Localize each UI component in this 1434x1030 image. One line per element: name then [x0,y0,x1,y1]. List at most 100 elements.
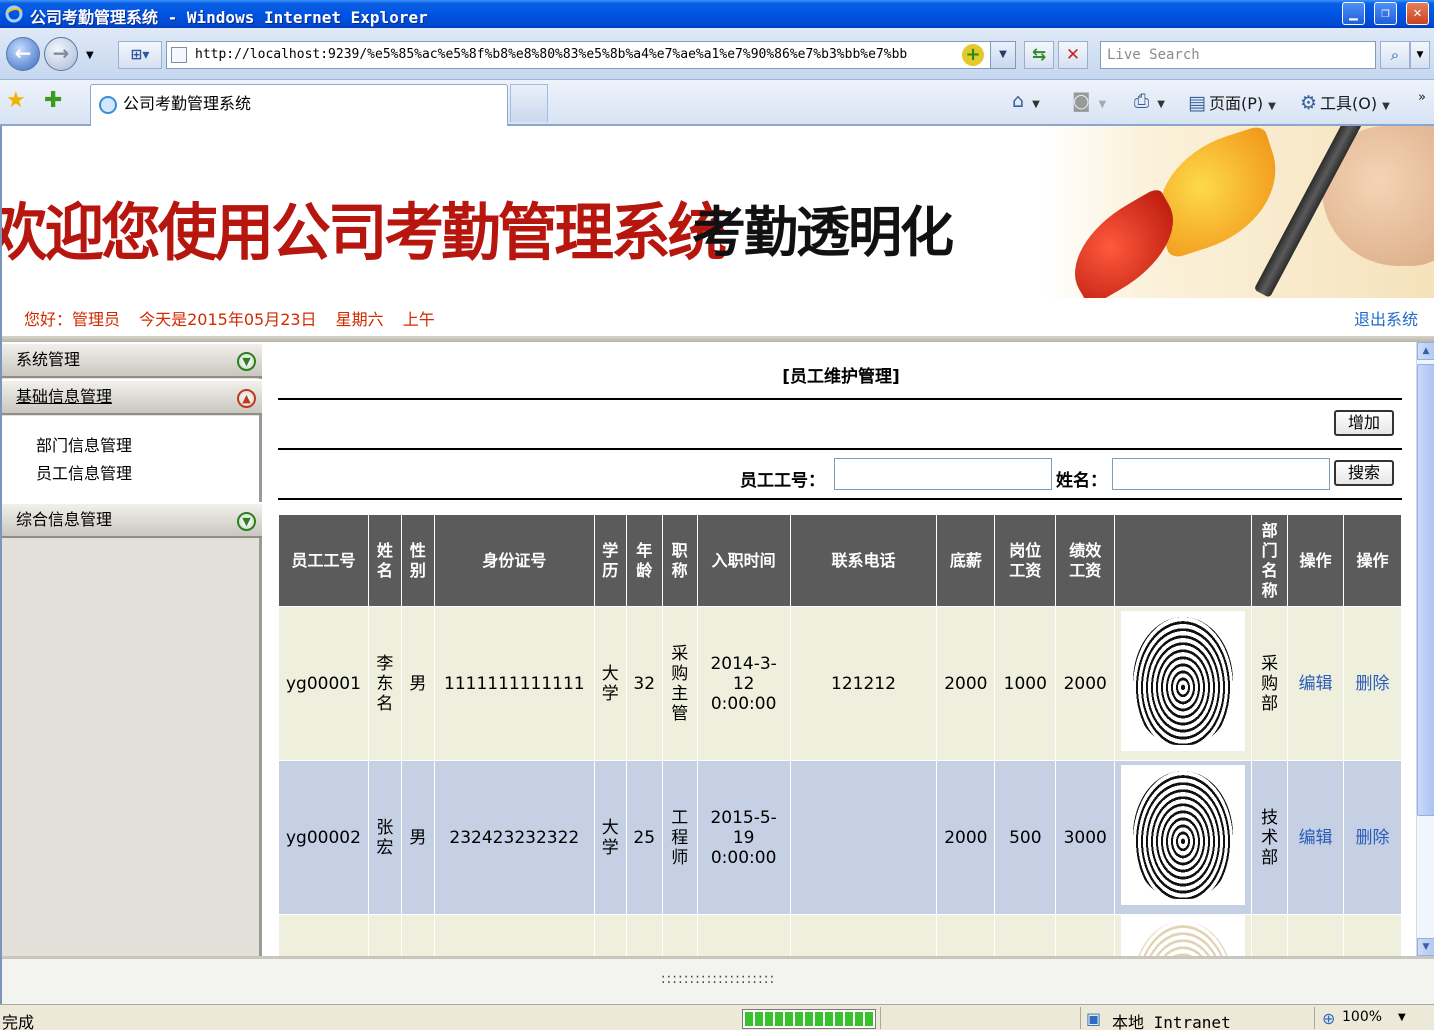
cell-job-title: 采购主管 [661,606,698,761]
print-button[interactable]: ⎙ ▼ [1134,90,1165,112]
collapse-icon[interactable]: ▲ [237,389,256,408]
address-dropdown-icon[interactable]: ▼ [990,41,1016,69]
refresh-button[interactable]: ⇆ [1024,41,1054,69]
column-header: 岗位工资 [994,514,1057,607]
feeds-button[interactable]: ◙ ▼ [1072,90,1106,112]
cell-age: 25 [625,760,663,915]
cell-education: 大学 [593,760,627,915]
cell-idcard: 232423232322 [433,760,595,915]
cell-gender: 男 [400,760,435,915]
greeting-date: 今天是2015年05月23日 [139,310,317,329]
name-label: 姓名： [1056,471,1107,491]
cell-edit: 编辑 [1287,760,1344,915]
column-header: 员工工号 [278,514,369,607]
add-favorites-icon[interactable]: ✚ [44,88,62,113]
employee-id-input[interactable] [834,458,1052,490]
page-menu[interactable]: ▤ 页面(P) ▼ [1188,90,1276,114]
section-title: [员工维护管理] [782,367,900,387]
delete-link[interactable]: 删除 [1356,674,1390,694]
cell-base-salary: 2000 [936,760,996,915]
cell-fingerprint [1114,914,1253,956]
column-header: 操作 [1343,514,1402,607]
banner-illustration [1042,126,1434,298]
history-dropdown-icon[interactable]: ▼ [86,50,94,61]
tools-menu[interactable]: ⚙ 工具(O) ▼ [1300,90,1390,114]
user-info-bar: 您好：管理员 今天是2015年05月23日 星期六 上午 退出系统 [2,298,1434,336]
cell-post-salary: 1000 [994,606,1057,761]
search-input[interactable]: Live Search [1100,41,1376,69]
search-button[interactable]: 搜索 [1334,460,1394,486]
zoom-level[interactable]: 100% [1342,1009,1382,1025]
search-icon[interactable]: ⌕ [1380,41,1410,69]
edit-link[interactable]: 编辑 [1299,674,1333,694]
name-input[interactable] [1112,458,1330,490]
cell-department: 采购部 [1251,606,1289,761]
column-header: 入职时间 [696,514,791,607]
table-row: yg00002 张宏 男 232423232322 大学 25 工程师 2015… [278,760,1402,915]
add-favorite-toolbar-button[interactable]: ⊞▾ [118,41,162,69]
logout-link[interactable]: 退出系统 [1354,306,1418,330]
edit-link[interactable]: 编辑 [1299,828,1333,848]
sidebar-group-comprehensive[interactable]: 综合信息管理 ▼ [2,502,262,538]
tab-label: 公司考勤管理系统 [123,94,252,113]
progress-fill [745,1012,873,1026]
progress-bar [742,1009,876,1029]
address-input[interactable]: http://localhost:9239/%e5%85%ac%e5%8f%b8… [166,41,1016,69]
sidebar-group-label: 综合信息管理 [16,510,113,529]
fingerprint-image [1121,611,1246,751]
fingerprint-image [1121,765,1246,905]
sidebar: 系统管理 ▼ 基础信息管理 ▲ 部门信息管理 员工信息管理 综合信息管理 ▼ [2,342,262,956]
maximize-button[interactable]: ❐ [1374,2,1397,25]
column-header: 身份证号 [433,514,595,607]
cell-name: 张宏 [367,760,402,915]
sidebar-item-department[interactable]: 部门信息管理 [36,432,132,456]
zoom-icon[interactable]: ⊕ [1322,1009,1335,1028]
employee-table: 员工工号 姓名 性别 身份证号 学历 年龄 职称 入职时间 联系电话 底薪 岗位… [278,514,1402,956]
scroll-down-icon[interactable]: ▼ [1417,938,1434,956]
delete-link[interactable]: 删除 [1356,828,1390,848]
sidebar-group-label: 系统管理 [16,350,81,369]
forward-button[interactable]: → [44,37,78,71]
sidebar-group-basic-info[interactable]: 基础信息管理 ▲ [2,379,262,415]
scroll-up-icon[interactable]: ▲ [1417,342,1434,360]
cell-phone: 121212 [789,606,938,761]
greeting-period: 上午 [402,310,435,329]
page-menu-icon: ▤ [1188,92,1206,114]
sidebar-group-system[interactable]: 系统管理 ▼ [2,342,262,378]
banner: 欢迎您使用公司考勤管理系统 考勤透明化 [2,126,1434,298]
tab-active[interactable]: 公司考勤管理系统 [90,84,508,126]
minimize-button[interactable]: ▁ [1342,2,1365,25]
banner-title: 欢迎您使用公司考勤管理系统 [2,196,727,269]
page-menu-label: 页面(P) [1208,94,1264,113]
expand-icon[interactable]: ▼ [237,512,256,531]
column-header: 职称 [661,514,698,607]
window-title-bar: 公司考勤管理系统 - Windows Internet Explorer ▁ ❐… [0,0,1434,28]
home-button[interactable]: ⌂ ▼ [1012,90,1040,112]
close-button[interactable]: ✕ [1406,2,1429,25]
page-icon [171,47,187,63]
sidebar-item-employee[interactable]: 员工信息管理 [36,460,132,484]
favorites-star-icon[interactable]: ★ [6,88,26,113]
column-header: 绩效工资 [1055,514,1116,607]
cell-age: 32 [625,606,663,761]
add-button[interactable]: 增加 [1334,410,1394,436]
cell-fingerprint [1114,606,1253,761]
gear-icon: ⚙ [1300,92,1318,114]
new-tab-button[interactable] [510,84,548,122]
divider [278,498,1402,500]
stop-button[interactable]: ✕ [1058,41,1088,69]
column-header: 部门名称 [1251,514,1289,607]
tab-loading-icon [99,96,117,114]
frame-splitter[interactable]: :::::::::::::::::::: [2,956,1434,1004]
more-chevron-icon[interactable]: » [1418,90,1426,105]
scroll-thumb[interactable] [1417,364,1434,816]
sidebar-submenu: 部门信息管理 员工信息管理 [2,416,259,502]
back-button[interactable]: ← [6,37,40,71]
go-icon[interactable]: + [962,44,984,66]
cell-performance-salary: 3000 [1055,760,1116,915]
zoom-dropdown-icon[interactable]: ▼ [1398,1012,1406,1023]
expand-icon[interactable]: ▼ [237,352,256,371]
search-dropdown-icon[interactable]: ▼ [1410,41,1430,69]
vertical-scrollbar[interactable]: ▲ ▼ [1416,342,1434,956]
main-panel: [员工维护管理] 增加 员工工号： 姓名： 搜索 员工工号 姓名 性别 身份证号 [268,342,1414,956]
